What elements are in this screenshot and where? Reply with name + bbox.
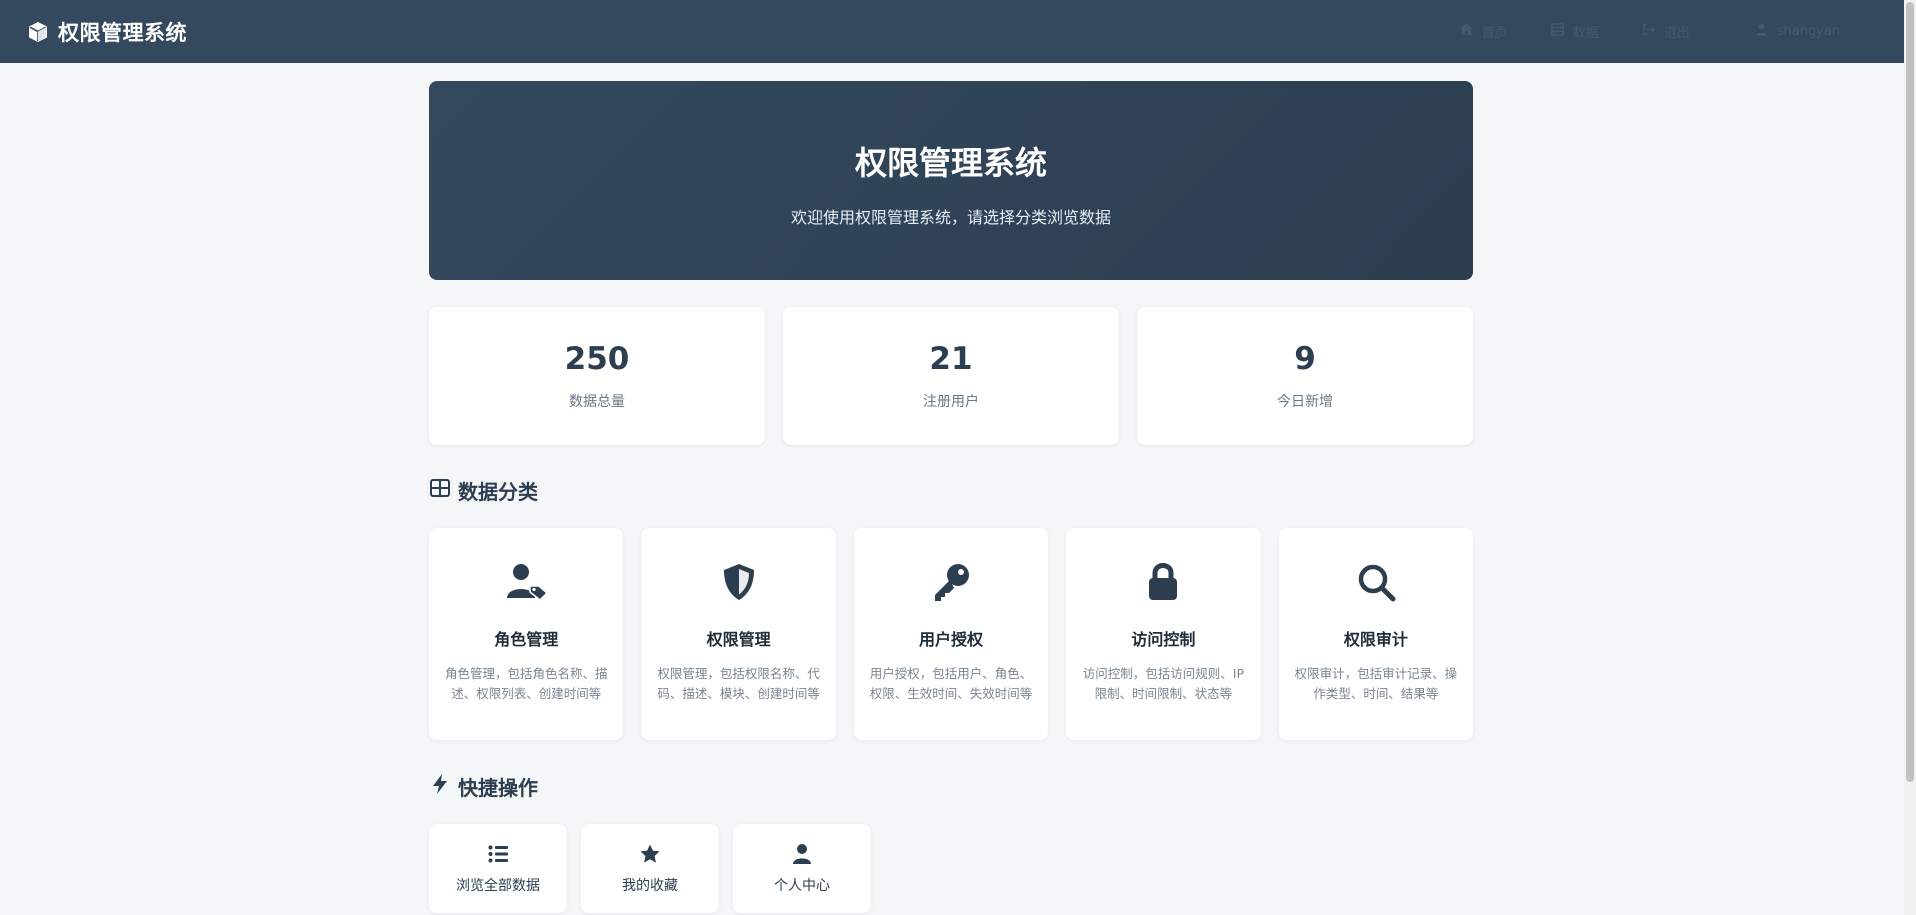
category-card-permissions[interactable]: 权限管理 权限管理，包括权限名称、代码、描述、模块、创建时间等 (641, 528, 836, 740)
quick-section-title: 快捷操作 (429, 772, 1473, 801)
top-navbar: 权限管理系统 首页 数据 退出 shangyan (0, 0, 1904, 63)
quick-favorites-button[interactable]: 我的收藏 (581, 824, 719, 913)
stat-value: 9 (1294, 341, 1316, 377)
category-desc: 访问控制，包括访问规则、IP限制、时间限制、状态等 (1082, 666, 1245, 701)
stat-label: 注册用户 (923, 394, 979, 410)
category-card-access-control[interactable]: 访问控制 访问控制，包括访问规则、IP限制、时间限制、状态等 (1066, 528, 1261, 740)
category-title: 权限管理 (706, 630, 771, 649)
categories-title-text: 数据分类 (458, 480, 538, 504)
nav-links: 首页 数据 退出 shangyan (1441, 14, 1858, 49)
nav-logout-label: 退出 (1663, 26, 1690, 41)
lock-icon (1141, 560, 1185, 604)
stat-value: 21 (929, 341, 973, 377)
database-icon (1550, 22, 1565, 41)
categories-grid: 角色管理 角色管理，包括角色名称、描述、权限列表、创建时间等 权限管理 权限管理… (429, 528, 1474, 740)
category-title: 角色管理 (494, 630, 559, 649)
quick-label: 个人中心 (774, 877, 830, 894)
user-icon (1754, 22, 1769, 41)
hero-title: 权限管理系统 (854, 143, 1047, 182)
quick-label: 我的收藏 (622, 877, 678, 894)
category-desc: 权限审计，包括审计记录、操作类型、时间、结果等 (1294, 666, 1458, 701)
nav-logout[interactable]: 退出 (1623, 14, 1708, 49)
quick-label: 浏览全部数据 (456, 877, 540, 894)
category-desc: 权限管理，包括权限名称、代码、描述、模块、创建时间等 (657, 666, 820, 701)
list-icon (487, 843, 509, 865)
stat-card-new-today: 9 今日新增 (1137, 307, 1473, 445)
nav-username: shangyan (1776, 24, 1840, 39)
category-title: 用户授权 (919, 630, 984, 649)
stats-row: 250 数据总量 21 注册用户 9 今日新增 (429, 307, 1473, 445)
home-icon (1459, 22, 1474, 41)
category-title: 访问控制 (1131, 630, 1196, 649)
brand[interactable]: 权限管理系统 (26, 17, 187, 47)
category-desc: 角色管理，包括角色名称、描述、权限列表、创建时间等 (444, 666, 608, 701)
nav-data-label: 数据 (1572, 26, 1599, 41)
nav-home-label: 首页 (1481, 26, 1508, 41)
stat-label: 今日新增 (1277, 394, 1333, 410)
star-icon (639, 843, 661, 865)
quick-profile-button[interactable]: 个人中心 (733, 824, 871, 913)
search-icon (1354, 560, 1398, 604)
category-card-authorization[interactable]: 用户授权 用户授权，包括用户、角色、权限、生效时间、失效时间等 (853, 528, 1049, 740)
categories-section-title: 数据分类 (429, 476, 1473, 505)
nav-user[interactable]: shangyan (1736, 14, 1858, 49)
user-tag-icon (504, 560, 549, 604)
quick-browse-all-button[interactable]: 浏览全部数据 (429, 824, 567, 913)
category-card-roles[interactable]: 角色管理 角色管理，包括角色名称、描述、权限列表、创建时间等 (429, 528, 624, 740)
quick-title-text: 快捷操作 (458, 776, 538, 800)
vertical-scrollbar[interactable] (1904, 0, 1916, 915)
quick-actions: 浏览全部数据 我的收藏 个人中心 (429, 824, 1473, 913)
category-desc: 用户授权，包括用户、角色、权限、生效时间、失效时间等 (869, 666, 1033, 701)
logout-icon (1641, 22, 1656, 41)
main-content: 权限管理系统 欢迎使用权限管理系统，请选择分类浏览数据 250 数据总量 21 … (429, 81, 1474, 913)
nav-data[interactable]: 数据 (1532, 14, 1617, 49)
category-title: 权限审计 (1343, 630, 1408, 649)
hero-banner: 权限管理系统 欢迎使用权限管理系统，请选择分类浏览数据 (429, 81, 1473, 280)
key-icon (929, 560, 973, 604)
shield-icon (717, 560, 761, 604)
scrollbar-thumb[interactable] (1906, 2, 1914, 782)
bolt-icon (429, 773, 451, 800)
user-icon (791, 843, 813, 865)
grid-icon (429, 477, 451, 504)
stat-card-total: 250 数据总量 (429, 307, 765, 445)
hero-subtitle: 欢迎使用权限管理系统，请选择分类浏览数据 (790, 207, 1111, 227)
stat-value: 250 (564, 341, 630, 377)
stat-card-users: 21 注册用户 (783, 307, 1119, 445)
stat-label: 数据总量 (569, 394, 625, 410)
brand-title: 权限管理系统 (58, 20, 187, 45)
nav-home[interactable]: 首页 (1441, 14, 1526, 49)
cube-icon (26, 20, 50, 44)
category-card-audit[interactable]: 权限审计 权限审计，包括审计记录、操作类型、时间、结果等 (1278, 528, 1474, 740)
